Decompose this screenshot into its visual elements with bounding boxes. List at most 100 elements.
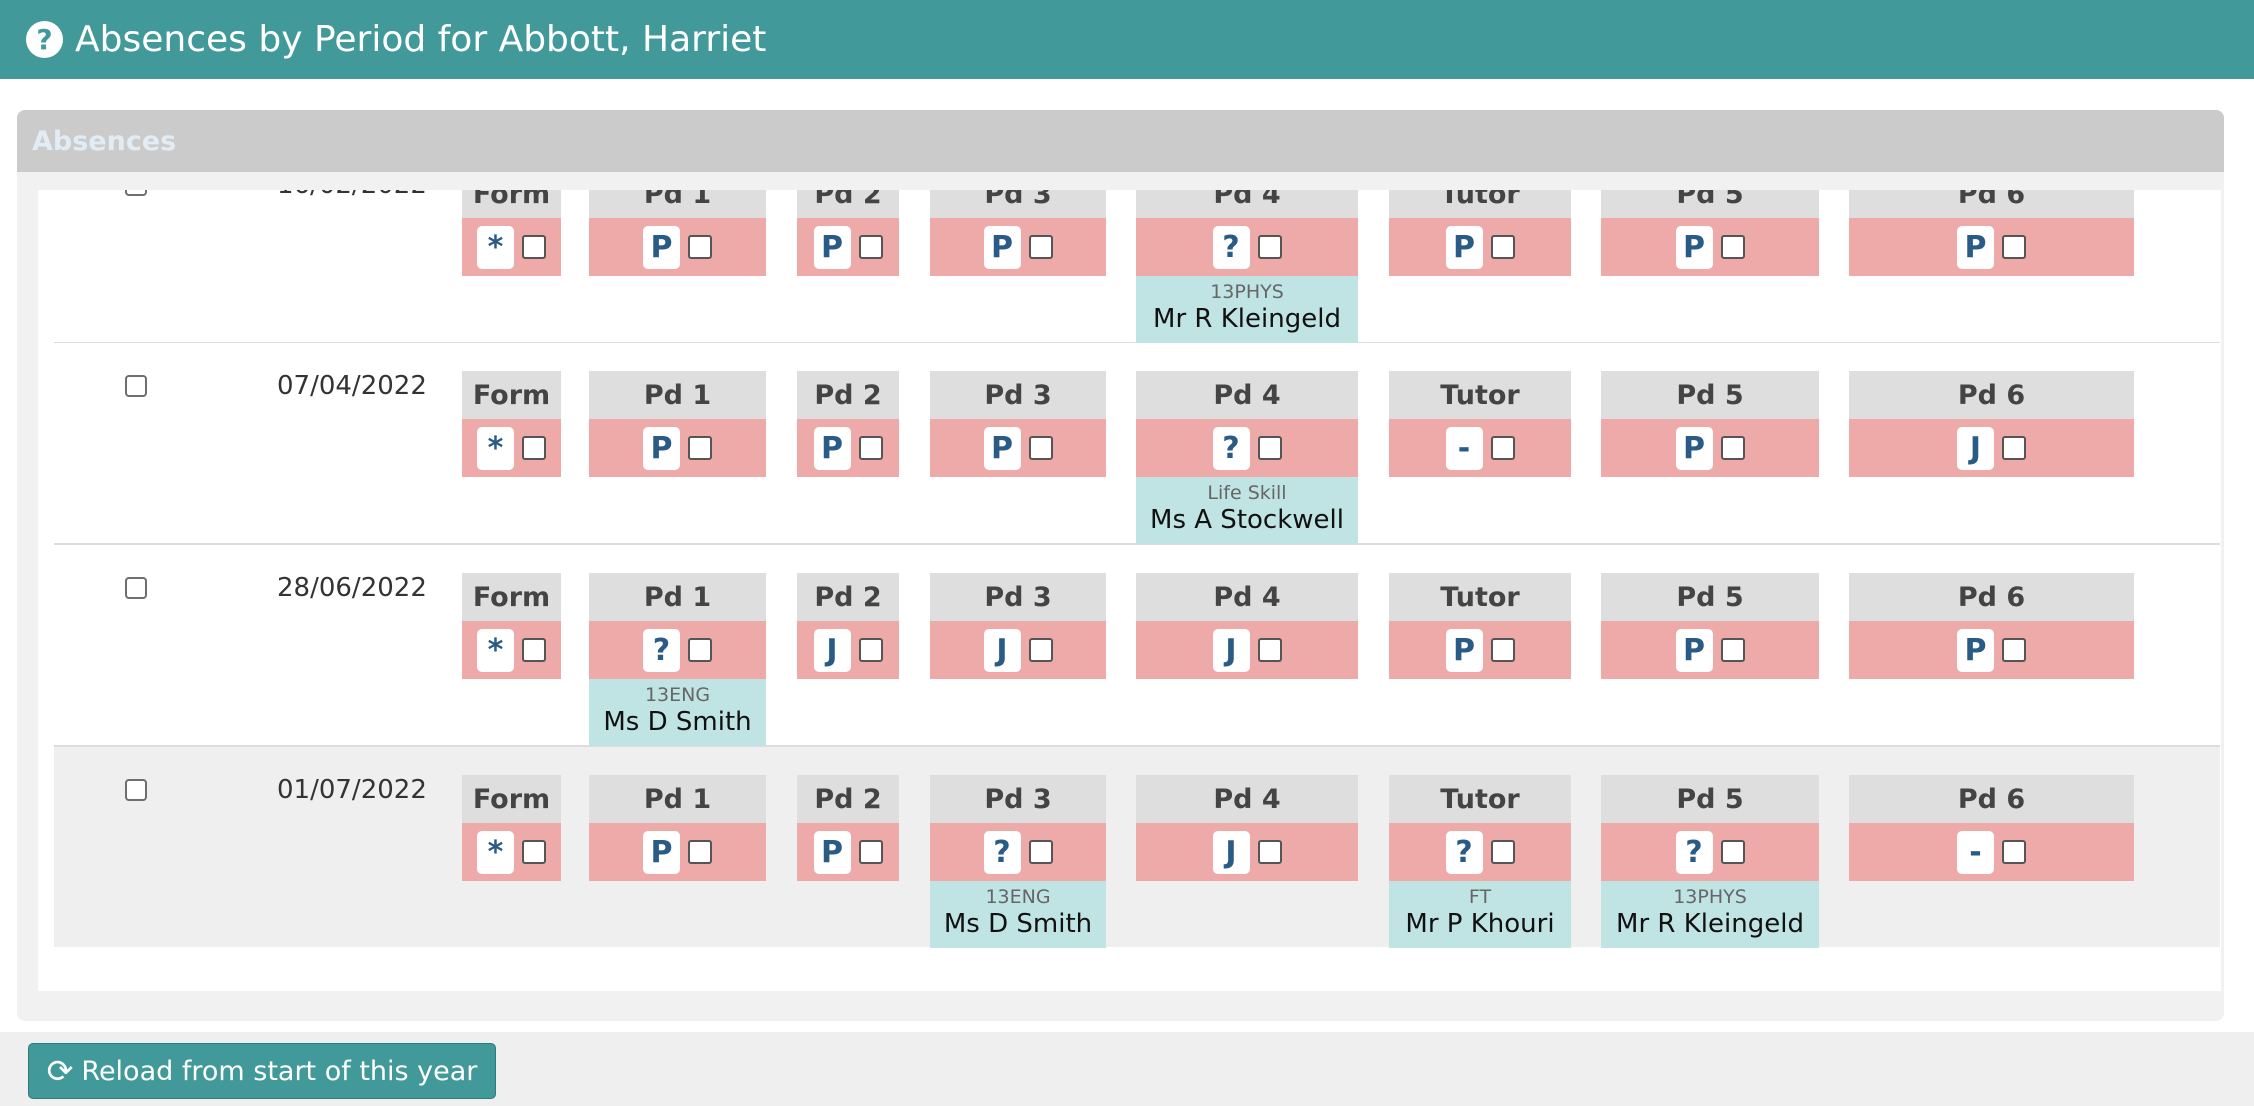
period-cell: Pd 2 J bbox=[797, 573, 899, 679]
attendance-code[interactable]: P bbox=[643, 830, 680, 874]
row-date: 16/02/2022 bbox=[277, 190, 427, 200]
period-status: J bbox=[1849, 419, 2134, 477]
attendance-code[interactable]: P bbox=[1957, 225, 1994, 269]
period-checkbox[interactable] bbox=[1028, 638, 1053, 662]
period-cell: Tutor? FT Mr P Khouri bbox=[1389, 775, 1571, 948]
attendance-code[interactable]: ? bbox=[983, 830, 1021, 874]
period-checkbox[interactable] bbox=[1257, 840, 1282, 864]
row-checkbox[interactable] bbox=[125, 190, 147, 196]
attendance-code[interactable]: P bbox=[1675, 628, 1713, 672]
period-checkbox[interactable] bbox=[1028, 436, 1053, 460]
period-cell: Tutor P bbox=[1389, 190, 1571, 276]
period-checkbox[interactable] bbox=[858, 436, 883, 460]
teacher-name: Mr P Khouri bbox=[1405, 909, 1555, 939]
period-checkbox[interactable] bbox=[1257, 235, 1282, 259]
period-checkbox[interactable] bbox=[522, 840, 546, 864]
attendance-code[interactable]: ? bbox=[1675, 830, 1713, 874]
period-header: Pd 3 bbox=[930, 775, 1106, 823]
attendance-code[interactable]: P bbox=[983, 225, 1021, 269]
period-checkbox[interactable] bbox=[688, 436, 712, 460]
period-header: Pd 2 bbox=[797, 775, 899, 823]
period-checkbox[interactable] bbox=[1720, 840, 1745, 864]
period-checkbox[interactable] bbox=[1028, 840, 1053, 864]
period-checkbox[interactable] bbox=[2002, 235, 2026, 259]
period-checkbox[interactable] bbox=[1257, 436, 1282, 460]
attendance-code[interactable]: * bbox=[477, 426, 514, 470]
attendance-code[interactable]: P bbox=[643, 426, 680, 470]
period-header: Tutor bbox=[1389, 775, 1571, 823]
question-circle-icon[interactable]: ? bbox=[26, 21, 63, 58]
period-checkbox[interactable] bbox=[1490, 840, 1515, 864]
period-cell: Form * bbox=[462, 775, 561, 881]
teacher-name: Ms A Stockwell bbox=[1150, 505, 1344, 535]
period-checkbox[interactable] bbox=[1720, 638, 1745, 662]
attendance-code[interactable]: J bbox=[813, 628, 851, 672]
attendance-code[interactable]: - bbox=[1445, 426, 1483, 470]
attendance-code[interactable]: P bbox=[813, 225, 851, 269]
attendance-code[interactable]: P bbox=[813, 830, 851, 874]
period-header: Pd 1 bbox=[589, 573, 766, 621]
attendance-code[interactable]: * bbox=[477, 830, 514, 874]
period-checkbox[interactable] bbox=[688, 638, 712, 662]
attendance-code[interactable]: ? bbox=[643, 628, 680, 672]
attendance-code[interactable]: J bbox=[1212, 628, 1250, 672]
row-checkbox[interactable] bbox=[125, 577, 147, 599]
attendance-code[interactable]: P bbox=[1675, 225, 1713, 269]
period-checkbox[interactable] bbox=[1720, 235, 1745, 259]
period-checkbox[interactable] bbox=[1490, 235, 1515, 259]
attendance-code[interactable]: P bbox=[1445, 225, 1483, 269]
period-header: Pd 4 bbox=[1136, 190, 1358, 218]
period-cell: Pd 6 P bbox=[1849, 190, 2134, 276]
period-checkbox[interactable] bbox=[1490, 638, 1515, 662]
period-checkbox[interactable] bbox=[522, 436, 546, 460]
attendance-code[interactable]: J bbox=[1957, 426, 1994, 470]
period-cell: Pd 4 J bbox=[1136, 573, 1358, 679]
attendance-code[interactable]: ? bbox=[1212, 426, 1250, 470]
period-header: Pd 5 bbox=[1601, 775, 1819, 823]
period-header: Pd 6 bbox=[1849, 573, 2134, 621]
period-checkbox[interactable] bbox=[522, 638, 546, 662]
period-checkbox[interactable] bbox=[1257, 638, 1282, 662]
period-header: Form bbox=[462, 190, 561, 218]
attendance-code[interactable]: P bbox=[1675, 426, 1713, 470]
class-code: 13PHYS bbox=[1673, 886, 1747, 908]
row-checkbox[interactable] bbox=[125, 779, 147, 801]
attendance-code[interactable]: P bbox=[1445, 628, 1483, 672]
period-checkbox[interactable] bbox=[1720, 436, 1745, 460]
attendance-code[interactable]: * bbox=[477, 628, 514, 672]
attendance-code[interactable]: J bbox=[983, 628, 1021, 672]
attendance-code[interactable]: P bbox=[643, 225, 680, 269]
absence-list[interactable]: 16/02/2022 Form * Pd 1 P Pd 2 P Pd 3 P Pd 4? 13PHY… bbox=[38, 190, 2221, 991]
attendance-code[interactable]: ? bbox=[1445, 830, 1483, 874]
period-cell: Form * bbox=[462, 573, 561, 679]
period-checkbox[interactable] bbox=[2002, 436, 2026, 460]
period-status: P bbox=[930, 419, 1106, 477]
attendance-code[interactable]: P bbox=[1957, 628, 1994, 672]
period-checkbox[interactable] bbox=[858, 638, 883, 662]
period-checkbox[interactable] bbox=[688, 235, 712, 259]
period-checkbox[interactable] bbox=[858, 840, 883, 864]
period-status: P bbox=[797, 823, 899, 881]
period-checkbox[interactable] bbox=[522, 235, 546, 259]
attendance-code[interactable]: * bbox=[477, 225, 514, 269]
period-checkbox[interactable] bbox=[1028, 235, 1053, 259]
attendance-code[interactable]: P bbox=[813, 426, 851, 470]
period-status: P bbox=[797, 419, 899, 477]
period-checkbox[interactable] bbox=[688, 840, 712, 864]
period-checkbox[interactable] bbox=[2002, 638, 2026, 662]
attendance-code[interactable]: ? bbox=[1212, 225, 1250, 269]
reload-button[interactable]: ⟳ Reload from start of this year bbox=[28, 1043, 496, 1099]
row-checkbox[interactable] bbox=[125, 375, 147, 397]
period-checkbox[interactable] bbox=[858, 235, 883, 259]
period-status: - bbox=[1389, 419, 1571, 477]
row-date: 28/06/2022 bbox=[277, 573, 427, 603]
attendance-code[interactable]: J bbox=[1212, 830, 1250, 874]
attendance-code[interactable]: P bbox=[983, 426, 1021, 470]
period-cell: Form * bbox=[462, 190, 561, 276]
period-checkbox[interactable] bbox=[1490, 436, 1515, 460]
period-status: P bbox=[1849, 621, 2134, 679]
row-date: 07/04/2022 bbox=[277, 371, 427, 401]
period-checkbox[interactable] bbox=[2002, 840, 2026, 864]
attendance-code[interactable]: - bbox=[1957, 830, 1994, 874]
period-status: P bbox=[1601, 419, 1819, 477]
